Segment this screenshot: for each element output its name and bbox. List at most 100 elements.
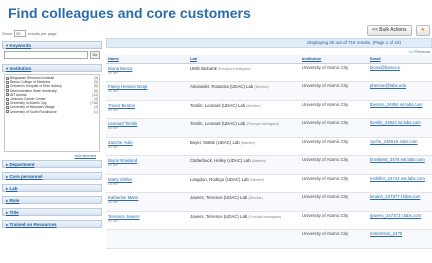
checkbox[interactable] — [6, 110, 9, 114]
column-header-name[interactable]: Name — [106, 55, 188, 64]
lab-role: (Member) — [248, 196, 263, 200]
column-header-email[interactable]: Email — [368, 55, 432, 64]
keywords-go-button[interactable]: Go — [90, 51, 100, 59]
lab-cell: Jowers, Terrence (UDAC) Lab (Principal I… — [188, 211, 300, 230]
email-link[interactable]: ltomlin_24824 ist.labs.com — [368, 118, 432, 138]
email-link[interactable]: pherson@labs.edu — [368, 81, 432, 101]
institution-cell: University of Atomic City — [300, 118, 368, 138]
lab-name: UMG Biobank — [190, 65, 217, 71]
lab-cell: Tomlin, Leonard (UDAC) Lab (Member) — [188, 100, 300, 119]
table-row: Katherine Mann No title Jowers, Terrence … — [106, 192, 432, 212]
person-title: No title — [108, 107, 118, 112]
lab-name: Boyer, Mattie (UDAC) Lab — [190, 139, 240, 145]
keywords-section-header[interactable]: ▾ Keywords — [2, 41, 102, 49]
person-title: No title — [108, 89, 118, 93]
lab-name: Clatterbuck, Holley (UDAC) Lab — [190, 158, 251, 163]
previous-page-link[interactable]: << Previous — [106, 48, 432, 55]
checkbox[interactable] — [6, 89, 9, 93]
view-selected-link[interactable]: view selected — [2, 154, 96, 158]
lab-name: Jowers, Terrence (UDAC) Lab — [190, 213, 248, 219]
role-section-header[interactable]: ▸ Role — [2, 196, 102, 204]
column-header-lab[interactable]: Lab — [188, 55, 300, 64]
lab-cell: Langdon, Rodrigo (UDAC) Lab (Member) — [188, 174, 300, 193]
institution-option[interactable]: University of South Roodhouse (1) — [6, 110, 98, 114]
institution-cell: University of Atomic City — [300, 211, 368, 230]
trained-on-resources-section-header[interactable]: ▸ Trained on Resources — [2, 220, 102, 228]
table-row: Trevor Benton No title Tomlin, Leonard (U… — [106, 100, 432, 119]
column-header-institution[interactable]: Institution — [300, 55, 368, 64]
person-title: No title — [108, 126, 118, 130]
checkbox[interactable] — [6, 80, 9, 84]
name-cell: Trevor Benton No title — [106, 100, 188, 119]
person-title: No title — [108, 218, 118, 223]
lab-section-header[interactable]: ▸ Lab — [2, 184, 102, 192]
table-row: Brynn Rowland No title Clatterbuck, Holle… — [106, 155, 432, 175]
results-per-page-select[interactable]: 30 — [14, 30, 27, 37]
email-link[interactable]: tjowers_247373 t.labs.com — [368, 211, 432, 230]
lab-role: (Principal Investigator) — [246, 122, 280, 126]
person-title: No title — [108, 70, 118, 75]
name-cell: Katherine Mann No title — [106, 192, 188, 212]
institution-cell: University of Atomic City — [300, 63, 368, 82]
results-per-page-suffix: results per page — [28, 31, 57, 36]
email-link[interactable]: browland_2476 est.labs.com — [368, 155, 432, 175]
name-cell: Brynn Rowland No title — [106, 155, 188, 175]
institution-cell: University of Atomic City — [300, 174, 368, 193]
table-row: Leonard Tomlin No title Tomlin, Leonard (… — [106, 118, 432, 138]
institution-cell: University of Atomic City — [300, 155, 368, 175]
lab-name: Tomlin, Leonard (UDAC) Lab — [190, 102, 246, 108]
person-title: No title — [108, 144, 118, 149]
lab-role: (Principal Investigator) — [217, 66, 251, 71]
email-link[interactable]: tbenton_24894 ist.labs.com — [368, 100, 432, 119]
department-section-header[interactable]: ▸ Department — [2, 160, 102, 168]
keywords-input[interactable] — [4, 51, 88, 59]
lab-name: Alexander, Rosanna (UDAC) Lab — [190, 84, 254, 89]
email-link[interactable]: mmorrison_2470 — [368, 229, 432, 249]
table-row: Terrence Jowers No title Jowers, Terrence… — [106, 211, 432, 230]
checkbox[interactable] — [6, 106, 9, 110]
results-panel: Displaying 30 out of 718 results. (Page … — [106, 38, 432, 263]
core-personnel-section-header[interactable]: ▸ Core personnel — [2, 172, 102, 180]
page-title: Find colleagues and core customers — [8, 5, 251, 21]
lab-role: (Member) — [249, 177, 265, 182]
institution-section-header[interactable]: ▾ Institution — [2, 64, 102, 72]
title-section-header[interactable]: ▸ Title — [2, 208, 102, 216]
person-title: No title — [108, 163, 118, 167]
checkbox[interactable] — [6, 85, 9, 88]
results-table: Name Lab Institution Email Biona Banca No… — [106, 55, 432, 249]
results-per-page-control: Show 30 results per page — [2, 30, 57, 37]
name-cell: Zanche Yulie No title — [106, 137, 188, 156]
bulk-actions-button[interactable]: << Bulk Actions — [367, 25, 412, 36]
lab-name: Langdon, Rodrigo (UDAC) Lab — [190, 176, 249, 182]
name-cell: Marty Shifter No title — [106, 174, 188, 193]
person-title: No title — [108, 200, 118, 204]
checkbox[interactable] — [6, 93, 9, 97]
lab-role: (Principal Investigator) — [248, 214, 282, 219]
table-row: Biona Banca No title UMG Biobank (Princip… — [106, 63, 432, 82]
checkbox[interactable] — [6, 97, 9, 101]
lab-cell: UMG Biobank (Principal Investigator) — [188, 63, 300, 82]
toolbar: << Bulk Actions ★ — [367, 25, 430, 36]
lab-cell — [188, 229, 300, 249]
lab-cell: Jowers, Terrence (UDAC) Lab (Member) — [188, 192, 300, 212]
table-row: Zanche Yulie No title Boyer, Mattie (UDAC… — [106, 137, 432, 156]
lab-cell: Clatterbuck, Holley (UDAC) Lab (Member) — [188, 155, 300, 175]
institution-cell: University of Atomic City — [300, 229, 368, 249]
lab-cell: Alexander, Rosanna (UDAC) Lab (Member) — [188, 81, 300, 101]
name-cell: Terrence Jowers No title — [106, 211, 188, 230]
table-header-row: Name Lab Institution Email — [106, 55, 432, 64]
checkbox[interactable] — [6, 101, 9, 105]
email-link[interactable]: kmann_247377 t.labs.com — [368, 192, 432, 212]
email-link[interactable]: zyche_246618 .labs.com — [368, 137, 432, 156]
lab-role: (Member) — [246, 103, 261, 108]
email-link[interactable]: biona@banca.e — [368, 63, 432, 82]
star-icon[interactable]: ★ — [415, 25, 430, 36]
institution-cell: University of Atomic City — [300, 192, 368, 212]
institution-list: Belgravian Research Institute (3) Brasio … — [4, 74, 100, 152]
name-cell: Leonard Tomlin No title — [106, 118, 188, 138]
institution-cell: University of Atomic City — [300, 137, 368, 156]
lab-name: Jowers, Terrence (UDAC) Lab — [190, 195, 248, 200]
keywords-search: Go — [4, 51, 100, 59]
email-link[interactable]: mshifter_24744 est.labs.com — [368, 174, 432, 193]
checkbox[interactable] — [6, 76, 9, 80]
